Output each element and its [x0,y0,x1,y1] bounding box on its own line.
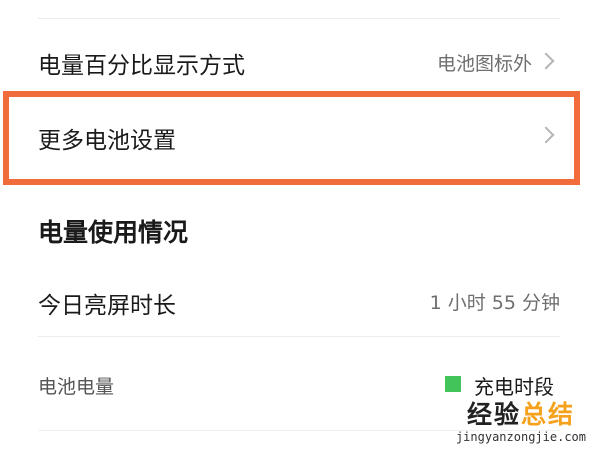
watermark-title-part1: 经验 [466,400,521,429]
watermark-title: 经验总结 [456,400,586,430]
percent-display-value: 电池图标外 [436,53,532,75]
screen-on-time-label: 今日亮屏时长 [38,293,176,319]
watermark-title-part2: 总结 [520,400,575,429]
watermark: 经验总结 jingyanzongjie.com [456,400,586,444]
charging-legend-label: 充电时段 [474,375,554,399]
charging-legend-swatch [445,376,461,392]
usage-section-title: 电量使用情况 [38,218,189,247]
highlight-box [3,91,580,185]
usage-divider [38,336,560,337]
watermark-url: jingyanzongjie.com [455,430,586,444]
chevron-right-icon [537,52,555,70]
top-divider [38,18,560,19]
percent-display-label: 电量百分比显示方式 [38,53,245,79]
screen-on-time-value: 1 小时 55 分钟 [429,292,560,314]
battery-level-label: 电池电量 [38,376,115,398]
